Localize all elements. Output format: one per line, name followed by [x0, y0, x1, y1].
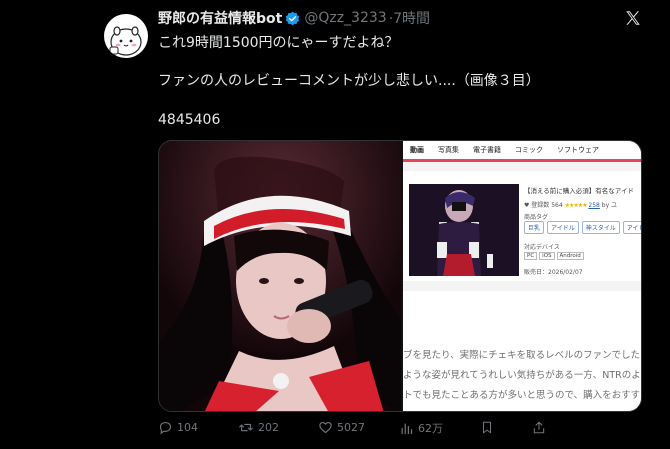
device-item: Android: [556, 252, 584, 260]
product-tags: 巨乳 アイドル 神スタイル アイド: [524, 221, 641, 234]
release-date: 販売日：2026/02/07: [524, 269, 583, 276]
rating-suffix: by ユ: [601, 202, 618, 209]
like-count: 5027: [337, 421, 365, 434]
tag-item[interactable]: アイドル: [547, 221, 579, 234]
store-tab-photo[interactable]: 写真集: [431, 145, 466, 155]
repost-count: 202: [258, 421, 279, 434]
bookmark-button[interactable]: [480, 420, 494, 435]
store-tabs: 動画 写真集 電子書籍 コミック ソフトウェア: [403, 141, 641, 159]
media-grid[interactable]: 動画 写真集 電子書籍 コミック ソフトウェア 【消える前に購入必須】有名なアイ…: [158, 140, 642, 412]
like-button[interactable]: 5027: [318, 420, 365, 435]
reply-button[interactable]: 104: [158, 420, 198, 435]
store-tab-video[interactable]: 動画: [403, 145, 431, 155]
product-rating: ♥ 登録数 564 ★★★★★ 258 by ユ: [524, 200, 617, 209]
review-line-3: トでも見たことある方が多いと思うので、購入をおすす: [403, 390, 641, 401]
verified-badge-icon: [285, 11, 300, 26]
x-logo-icon[interactable]: [624, 9, 644, 29]
tweet-header: 野郎の有益情報bot @Qzz_3233 ·7時間: [158, 8, 430, 28]
review-count[interactable]: 258: [588, 202, 599, 209]
favorite-count: ♥ 登録数 564: [524, 202, 563, 209]
media-screenshot-store[interactable]: 動画 写真集 電子書籍 コミック ソフトウェア 【消える前に購入必須】有名なアイ…: [403, 141, 642, 411]
devices-label: 対応デバイス: [524, 244, 560, 251]
store-tab-ebook[interactable]: 電子書籍: [466, 145, 508, 155]
tweet-actions: 104 202 5027 62万: [158, 420, 558, 438]
device-item: PC: [524, 252, 538, 260]
product-card: 【消える前に購入必須】有名なアイド ♥ 登録数 564 ★★★★★ 258 by…: [403, 171, 641, 281]
bookmark-icon: [480, 420, 494, 435]
share-button[interactable]: [532, 420, 546, 435]
tweet-text-line-2: ファンの人のレビューコメントが少し悲しい....（画像３目）: [158, 73, 540, 89]
store-accent-bar: [403, 159, 641, 162]
tag-item[interactable]: アイド: [622, 221, 641, 234]
product-thumbnail[interactable]: [409, 184, 519, 276]
tweet-text-line-1: これ9時間1500円のにゃーすだよね？: [158, 35, 399, 51]
tag-item[interactable]: 巨乳: [524, 221, 545, 234]
tag-item[interactable]: 神スタイル: [581, 221, 620, 234]
device-list: PC iOS Android: [524, 252, 584, 260]
handle[interactable]: @Qzz_3233: [304, 10, 386, 26]
repost-icon: [238, 420, 254, 435]
views-icon: [399, 421, 414, 436]
rating-stars: ★★★★★: [564, 202, 588, 209]
product-title[interactable]: 【消える前に購入必須】有名なアイド: [524, 185, 634, 195]
display-name[interactable]: 野郎の有益情報bot: [158, 8, 282, 28]
tweet-text-line-3: 4845406: [158, 112, 221, 128]
timestamp[interactable]: ·7時間: [389, 8, 430, 28]
tags-label: 商品タグ: [524, 214, 549, 221]
store-tab-software[interactable]: ソフトウェア: [550, 145, 606, 155]
views-count: 62万: [418, 422, 443, 435]
device-item: iOS: [539, 252, 555, 260]
store-tab-comic[interactable]: コミック: [508, 145, 550, 155]
media-photo-performer[interactable]: [159, 141, 401, 411]
review-line-2: ような姿が見れてうれしい気持ちがある一方、NTRのよ: [403, 370, 641, 381]
reply-count: 104: [177, 421, 198, 434]
reply-icon: [158, 420, 173, 435]
review-excerpt: ブを見たり、実際にチェキを取るレベルのファンでしたよ ような姿が見れてうれしい気…: [403, 291, 642, 411]
like-icon: [318, 420, 333, 435]
review-line-1: ブを見たり、実際にチェキを取るレベルのファンでしたよ: [403, 350, 642, 361]
avatar[interactable]: [104, 14, 148, 58]
repost-button[interactable]: 202: [238, 420, 279, 435]
views-button[interactable]: 62万: [399, 420, 443, 436]
share-icon: [532, 420, 546, 435]
